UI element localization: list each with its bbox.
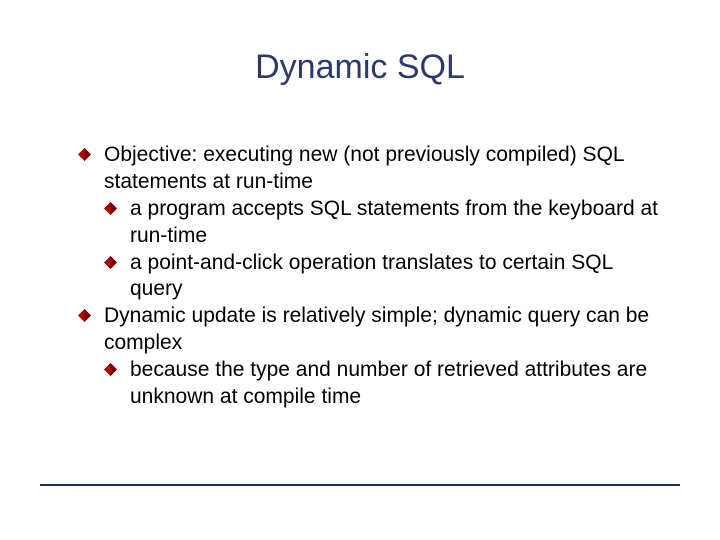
bullet-level2: a point-and-click operation translates t… (104, 250, 660, 304)
slide: Dynamic SQL Objective: executing new (no… (0, 0, 720, 540)
bullet-text: Dynamic update is relatively simple; dyn… (104, 304, 649, 354)
bullet-level2: because the type and number of retrieved… (104, 357, 660, 411)
diamond-icon (104, 202, 117, 215)
diamond-icon (78, 309, 91, 322)
slide-title: Dynamic SQL (0, 48, 720, 87)
slide-body: Objective: executing new (not previously… (78, 142, 660, 411)
bullet-level2: a program accepts SQL statements from th… (104, 196, 660, 250)
bullet-text: a program accepts SQL statements from th… (130, 197, 658, 247)
diamond-icon (78, 148, 91, 161)
divider (40, 484, 680, 486)
diamond-icon (104, 363, 117, 376)
bullet-level1: Objective: executing new (not previously… (78, 142, 660, 196)
bullet-level1: Dynamic update is relatively simple; dyn… (78, 303, 660, 357)
diamond-icon (104, 256, 117, 269)
bullet-text: Objective: executing new (not previously… (104, 143, 624, 193)
bullet-text: because the type and number of retrieved… (130, 358, 647, 408)
bullet-text: a point-and-click operation translates t… (130, 251, 612, 301)
